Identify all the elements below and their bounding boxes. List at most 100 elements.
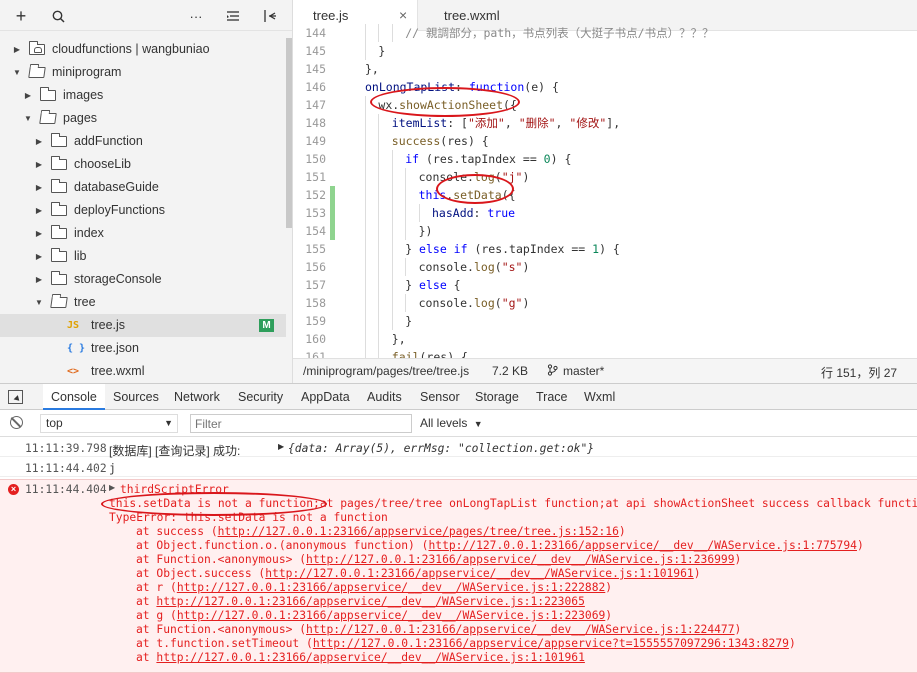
expand-triangle-icon[interactable]: ▶ [109,483,115,492]
chevron-right-icon[interactable]: ▶ [34,130,44,153]
chevron-down-icon[interactable]: ▼ [23,107,33,130]
code-text: wx.showActionSheet({ [378,98,517,112]
code-line[interactable]: 151 console.log("j") [293,168,917,186]
error-title[interactable]: thirdScriptError [120,483,229,496]
chevron-right-icon[interactable]: ▶ [34,245,44,268]
code-line[interactable]: 147 wx.showActionSheet({ [293,96,917,114]
indent-guide [365,240,366,258]
chevron-down-icon[interactable]: ▼ [12,61,22,84]
chevron-down-icon[interactable]: ▼ [34,291,44,314]
tree-item[interactable]: ▼ tree [0,291,286,314]
line-number: 145 [305,44,326,58]
log-levels-select[interactable]: All levels ▼ [420,416,483,430]
tree-item[interactable]: ▶ deployFunctions [0,199,286,222]
line-number: 160 [305,332,326,346]
tab-sensor[interactable]: Sensor [420,390,460,404]
chevron-right-icon[interactable]: ▶ [34,153,44,176]
inspect-element-icon[interactable] [8,390,23,404]
code-line[interactable]: 156 console.log("s") [293,258,917,276]
add-icon[interactable]: + [11,6,31,26]
stack-frame-link[interactable]: http://127.0.0.1:23166/appservice/__dev_… [177,609,605,622]
tree-item[interactable]: ▶ images [0,84,286,107]
tree-item[interactable]: JS tree.js M [0,314,286,337]
sort-icon[interactable] [223,6,243,26]
tree-item[interactable]: ▶ addFunction [0,130,286,153]
tree-item[interactable]: ▼ pages [0,107,286,130]
code-line[interactable]: 146 onLongTapList: function(e) { [293,78,917,96]
tab-security[interactable]: Security [238,390,283,404]
collapse-icon[interactable] [260,6,280,26]
stack-frame-prefix: at Function.<anonymous> ( [136,623,307,636]
explorer-scrollbar[interactable] [286,38,292,228]
code-line[interactable]: 159} [293,312,917,330]
code-line[interactable]: 152 this.setData({ [293,186,917,204]
tab-wxml[interactable]: Wxml [584,390,615,404]
tree-item[interactable]: ▶ chooseLib [0,153,286,176]
tab-appdata[interactable]: AppData [301,390,350,404]
code-line[interactable]: 158 console.log("g") [293,294,917,312]
tree-item[interactable]: ▶ storageConsole [0,268,286,291]
more-icon[interactable]: ··· [186,6,206,26]
tab-network[interactable]: Network [174,390,220,404]
tab-trace[interactable]: Trace [536,390,568,404]
code-line[interactable]: 149 success(res) { [293,132,917,150]
chevron-right-icon[interactable]: ▶ [34,268,44,291]
clear-console-icon[interactable] [10,416,23,429]
search-icon[interactable] [48,6,68,26]
chevron-right-icon[interactable]: ▶ [23,84,33,107]
chevron-right-icon[interactable]: ▶ [34,222,44,245]
chevron-right-icon[interactable]: ▶ [34,176,44,199]
tree-item[interactable]: <> tree.wxml [0,360,286,383]
tab-storage[interactable]: Storage [475,390,519,404]
git-branch[interactable]: master* [563,364,604,378]
code-line[interactable]: 148 itemList: ["添加", "删除", "修改"], [293,114,917,132]
stack-frame-prefix: at r ( [136,581,177,594]
stack-frame: at t.function.setTimeout (http://127.0.0… [136,637,796,650]
code-line[interactable]: 157} else { [293,276,917,294]
stack-frame-link[interactable]: http://127.0.0.1:23166/appservice/pages/… [218,525,619,538]
tree-item[interactable]: ▶ cloudfunctions | wangbuniao [0,38,286,61]
tab-console[interactable]: Console [43,384,105,410]
tree-item-label: addFunction [74,134,143,148]
code-line[interactable]: 144 // 親調部分，path，书点列表（大挺子书点/书点）？？？ [293,24,917,42]
tab-sources[interactable]: Sources [113,390,159,404]
tab-label: tree.wxml [444,8,500,23]
tree-item[interactable]: ▼ miniprogram [0,61,286,84]
logged-object[interactable]: {data: Array(5), errMsg: "collection.get… [288,442,594,455]
folder-icon [28,67,46,78]
stack-frame-link[interactable]: http://127.0.0.1:23166/appservice/__dev_… [428,539,856,552]
timestamp: 11:11:39.798 [25,442,107,455]
expand-triangle-icon[interactable]: ▶ [278,442,284,451]
code-line[interactable]: 161 fail(res) { [293,348,917,358]
code-line[interactable]: 145}, [293,60,917,78]
stack-frame-link[interactable]: http://127.0.0.1:23166/appservice/__dev_… [177,581,605,594]
context-select[interactable]: top ▼ [40,414,178,433]
filter-input[interactable] [190,414,412,433]
stack-frame-link[interactable]: http://127.0.0.1:23166/appservice/__dev_… [265,567,693,580]
code-line[interactable]: 154}) [293,222,917,240]
tree-item[interactable]: { } tree.json [0,337,286,360]
cursor-position[interactable]: 行 151，列 27 [821,364,897,381]
code-area[interactable]: 144// 親調部分，path，书点列表（大挺子书点/书点）？？？ 145} 145… [293,24,917,358]
code-line[interactable]: 153 hasAdd: true [293,204,917,222]
stack-frame-link[interactable]: http://127.0.0.1:23166/appservice/__dev_… [156,595,584,608]
stack-frame-link[interactable]: http://127.0.0.1:23166/appservice/__dev_… [306,553,734,566]
tree-item[interactable]: ▶ lib [0,245,286,268]
stack-frame-link[interactable]: http://127.0.0.1:23166/appservice/appser… [313,637,789,650]
tree-item[interactable]: ▶ databaseGuide [0,176,286,199]
code-line[interactable]: 145} [293,42,917,60]
stack-frame: at Object.success (http://127.0.0.1:2316… [136,567,701,580]
chevron-down-icon: ▼ [164,418,173,428]
stack-frame-link[interactable]: http://127.0.0.1:23166/appservice/__dev_… [156,651,584,664]
stack-frame-link[interactable]: http://127.0.0.1:23166/appservice/__dev_… [306,623,734,636]
chevron-right-icon[interactable]: ▶ [34,199,44,222]
tree-item[interactable]: ▶ index [0,222,286,245]
chevron-right-icon[interactable]: ▶ [12,38,22,61]
code-line[interactable]: 155} else if (res.tapIndex == 1) { [293,240,917,258]
tab-audits[interactable]: Audits [367,390,402,404]
indent-guide [391,186,393,204]
file-path: /miniprogram/pages/tree/tree.js [303,364,470,378]
line-number: 161 [305,350,326,358]
code-line[interactable]: 160}, [293,330,917,348]
code-line[interactable]: 150 if (res.tapIndex == 0) { [293,150,917,168]
